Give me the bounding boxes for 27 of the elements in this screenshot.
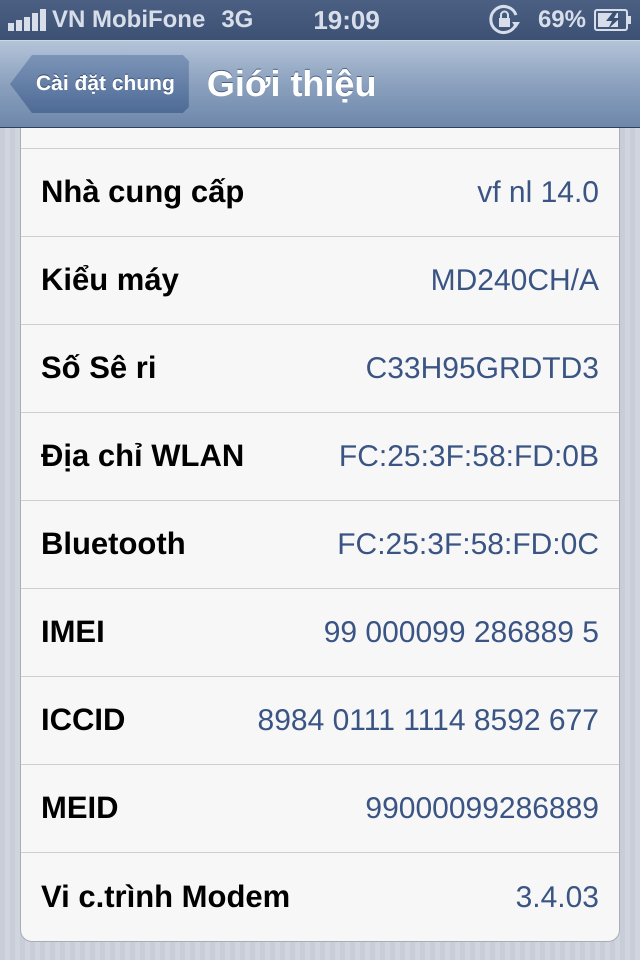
row-value: vf nl 14.0 [477, 175, 599, 211]
battery-charging-icon [594, 9, 632, 31]
screen-title: Giới thiệu [206, 62, 376, 106]
row-label: ICCID [41, 701, 126, 740]
row-label: Địa chỉ WLAN [41, 437, 244, 476]
row-value: MD240CH/A [430, 263, 599, 299]
row-label: Bluetooth [41, 525, 186, 564]
rotation-lock-icon [488, 4, 522, 36]
row-value: FC:25:3F:58:FD:0C [337, 527, 599, 563]
row-label: Số Sê ri [41, 349, 156, 388]
row-label: Nhà cung cấp [41, 173, 244, 212]
row-value: C33H95GRDTD3 [366, 351, 599, 387]
row-value: 99000099286889 [365, 791, 599, 827]
back-button[interactable]: Cài đặt chung [10, 55, 189, 113]
row-value: 8984 0111 1114 8592 677 [258, 703, 599, 739]
battery-percentage: 69% [538, 5, 586, 35]
row-label: Vi c.trình Modem [41, 878, 290, 916]
signal-icon [8, 9, 48, 31]
row-value: 99 000099 286889 5 [324, 615, 599, 651]
network-type: 3G [221, 5, 254, 35]
carrier-name: VN MobiFone [52, 5, 206, 35]
row-label: IMEI [41, 613, 105, 652]
row-label: MEID [41, 789, 118, 828]
row-value: 3.4.03 [516, 880, 599, 916]
row-label: Kiểu máy [41, 261, 179, 300]
row-value: FC:25:3F:58:FD:0B [338, 439, 599, 475]
clock: 19:09 [313, 4, 380, 36]
